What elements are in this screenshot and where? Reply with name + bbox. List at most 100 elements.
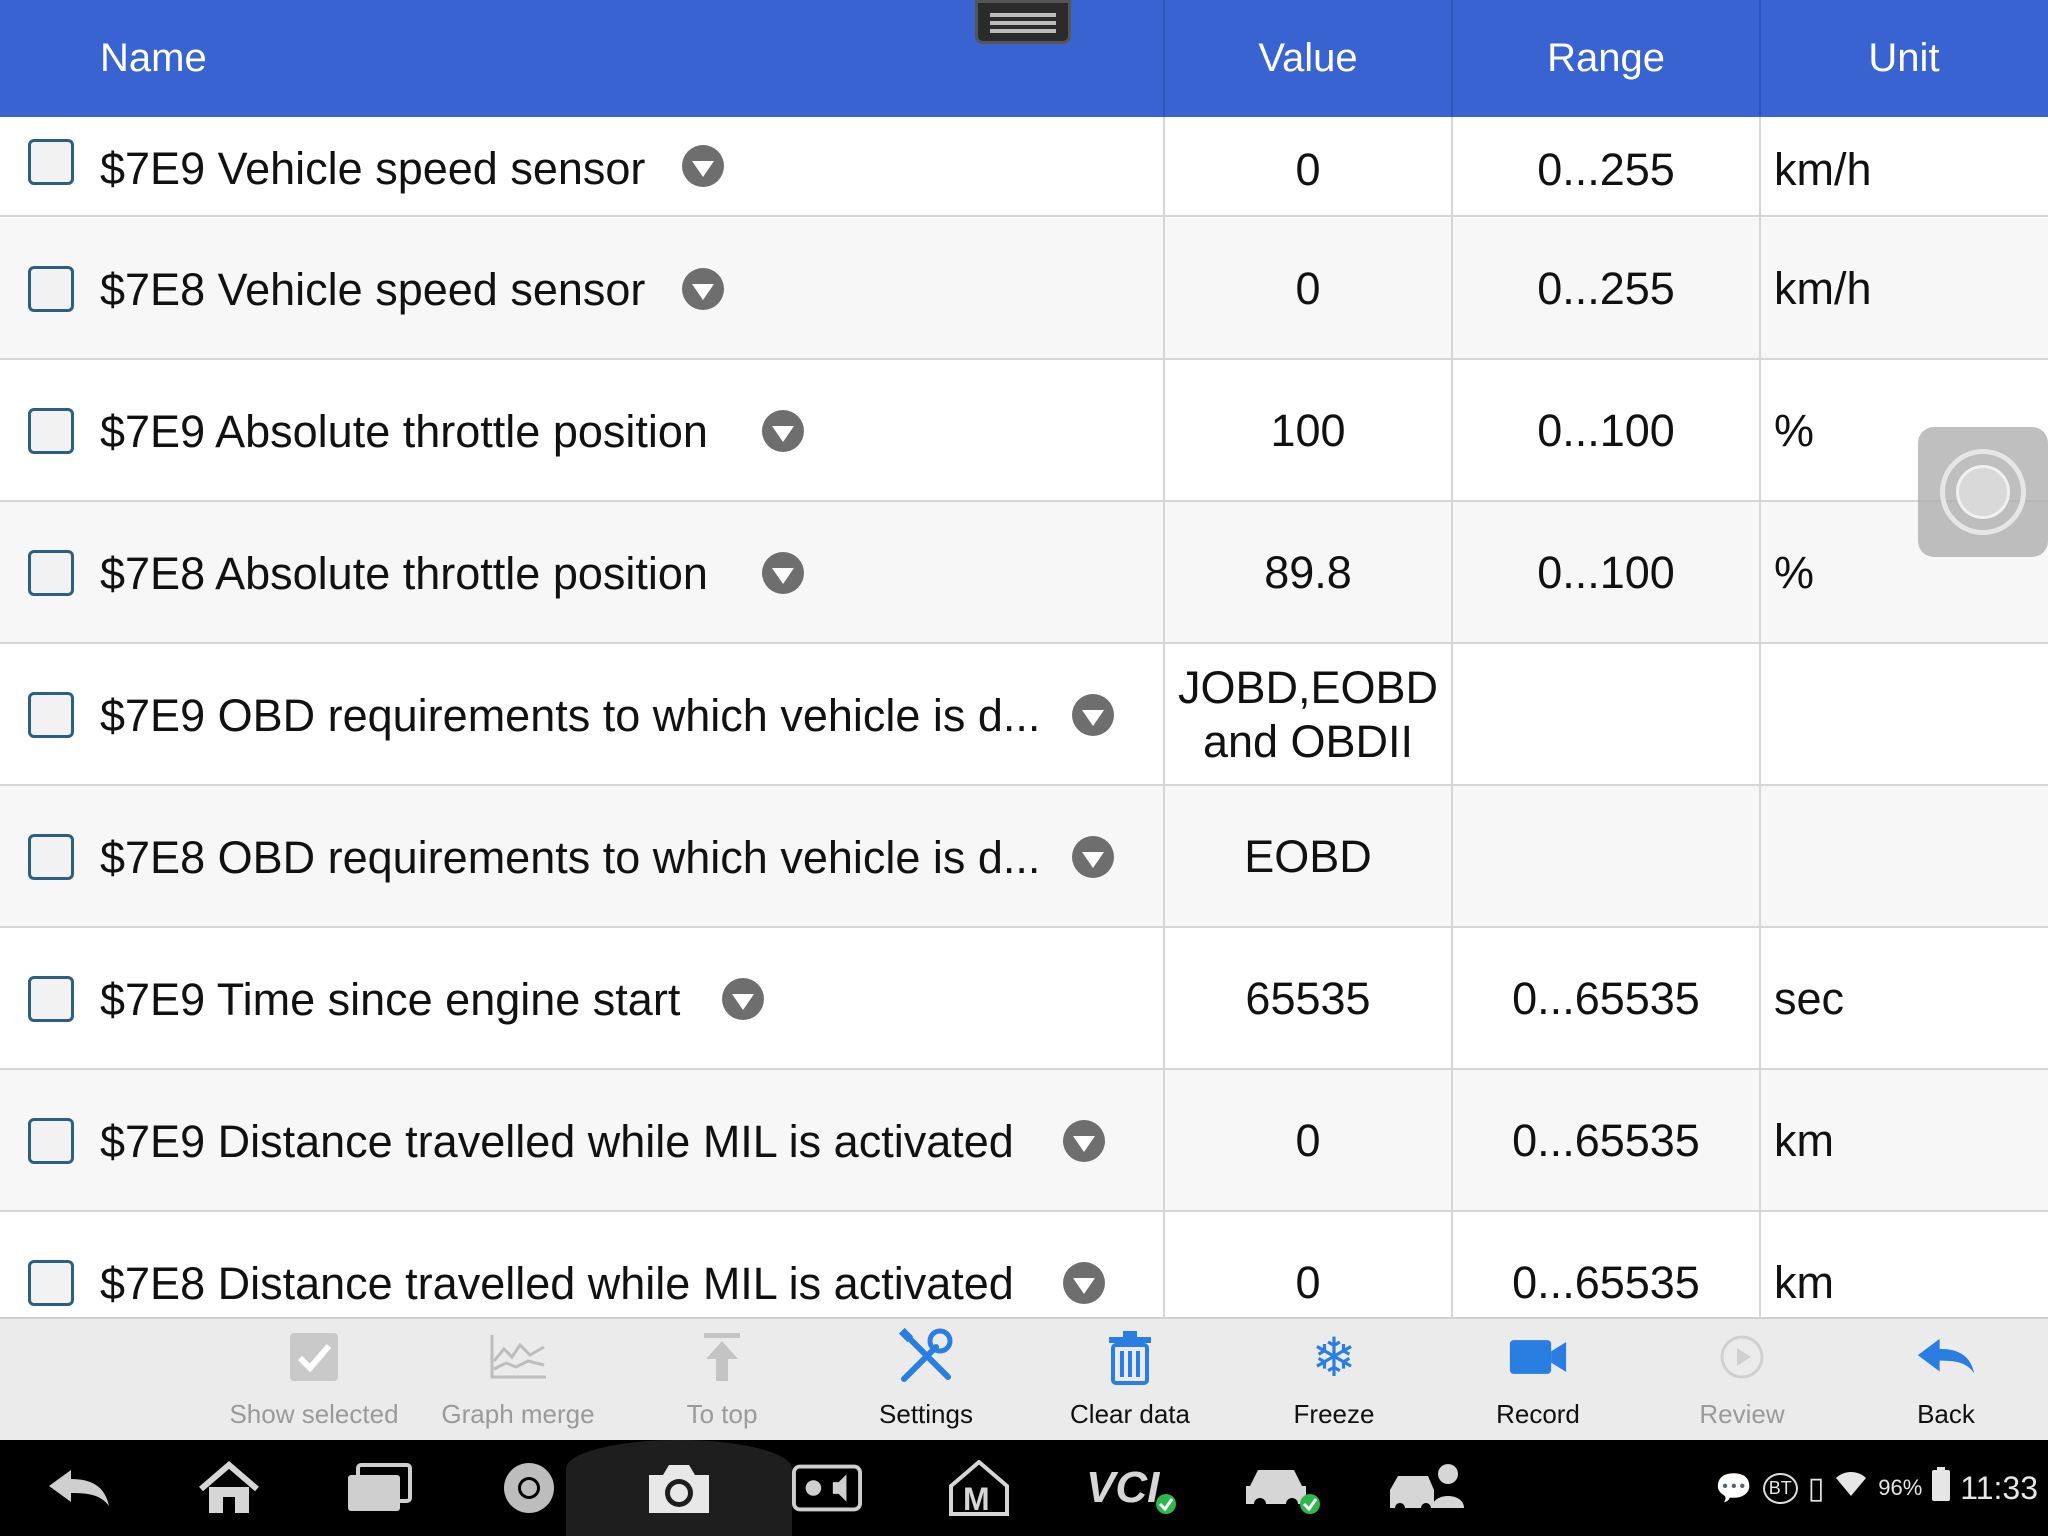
parameter-range: 0...255 <box>1537 144 1675 195</box>
record-button[interactable]: Record <box>1438 1319 1638 1442</box>
back-arrow-icon <box>1916 1327 1976 1387</box>
column-divider <box>1163 117 1165 1317</box>
parameter-range: 0...65535 <box>1512 1115 1700 1166</box>
tools-icon <box>896 1327 956 1387</box>
dropdown-icon[interactable] <box>762 552 804 594</box>
parameter-range <box>1452 786 1760 928</box>
parameter-name: $7E8 Distance travelled while MIL is act… <box>100 1258 1014 1309</box>
drag-handle[interactable] <box>975 0 1071 44</box>
row-checkbox[interactable] <box>28 1260 74 1306</box>
column-unit-header: Unit <box>1868 36 1940 80</box>
dropdown-icon[interactable] <box>682 268 724 310</box>
table-row[interactable]: $7E8 Distance travelled while MIL is act… <box>0 1212 2048 1317</box>
parameter-name: $7E8 Vehicle speed sensor <box>100 264 646 315</box>
parameter-value: EOBD <box>1244 831 1372 882</box>
row-checkbox[interactable] <box>28 1118 74 1164</box>
assistive-touch-button[interactable] <box>1918 427 2048 557</box>
settings-button[interactable]: Settings <box>826 1319 1026 1442</box>
parameter-range: 0...65535 <box>1512 973 1700 1024</box>
vehicle-connected-icon[interactable] <box>1244 1458 1324 1518</box>
parameter-unit: km/h <box>1774 144 1872 195</box>
snowflake-icon: ❄ <box>1311 1327 1357 1388</box>
table-row[interactable]: $7E9 Absolute throttle position 100 0...… <box>0 360 2048 502</box>
parameter-value: JOBD,EOBD and OBDII <box>1177 662 1439 767</box>
row-checkbox[interactable] <box>28 139 74 185</box>
remote-expert-icon[interactable] <box>1386 1458 1470 1518</box>
clear-data-label: Clear data <box>1070 1399 1190 1429</box>
parameter-value: 89.8 <box>1264 547 1352 598</box>
brightness-volume-icon[interactable] <box>792 1458 862 1518</box>
parameter-name: $7E9 Vehicle speed sensor <box>100 143 646 194</box>
dropdown-icon[interactable] <box>722 978 764 1020</box>
parameter-range: 0...65535 <box>1512 1257 1700 1308</box>
parameter-value: 0 <box>1295 1115 1321 1166</box>
row-checkbox[interactable] <box>28 834 74 880</box>
table-row[interactable]: $7E8 Absolute throttle position 89.8 0..… <box>0 502 2048 644</box>
parameter-unit <box>1760 786 2048 928</box>
row-checkbox[interactable] <box>28 266 74 312</box>
nav-back-icon[interactable] <box>44 1458 114 1518</box>
svg-text:VCI: VCI <box>1086 1463 1160 1512</box>
row-checkbox[interactable] <box>28 550 74 596</box>
data-stream-list[interactable]: $7E9 Vehicle speed sensor 0 0...255 km/h… <box>0 117 2048 1317</box>
column-range-header: Range <box>1547 36 1665 80</box>
parameter-name: $7E9 Time since engine start <box>100 974 681 1025</box>
graph-icon <box>488 1327 548 1387</box>
battery-icon <box>1932 1467 1951 1509</box>
dropdown-icon[interactable] <box>682 145 724 187</box>
parameter-range: 0...100 <box>1537 405 1675 456</box>
table-row[interactable]: $7E9 Vehicle speed sensor 0 0...255 km/h <box>0 117 2048 217</box>
parameter-value: 0 <box>1295 1257 1321 1308</box>
table-row[interactable]: $7E9 Distance travelled while MIL is act… <box>0 1070 2048 1212</box>
trash-icon <box>1100 1327 1160 1387</box>
parameter-range: 0...255 <box>1537 263 1675 314</box>
column-value-header: Value <box>1258 36 1358 80</box>
freeze-button[interactable]: ❄ Freeze <box>1234 1319 1434 1442</box>
record-label: Record <box>1496 1399 1580 1429</box>
show-selected-label: Show selected <box>229 1399 399 1429</box>
table-row[interactable]: $7E8 Vehicle speed sensor 0 0...255 km/h <box>0 218 2048 360</box>
video-camera-icon <box>1508 1327 1568 1387</box>
parameter-name: $7E9 Absolute throttle position <box>100 406 708 457</box>
table-row[interactable]: $7E9 Time since engine start 65535 0...6… <box>0 928 2048 1070</box>
screenshot-camera-icon[interactable] <box>566 1440 792 1536</box>
clear-data-button[interactable]: Clear data <box>1030 1319 1230 1442</box>
recent-apps-icon[interactable] <box>344 1458 414 1518</box>
vci-status-icon[interactable]: VCI <box>1084 1458 1184 1518</box>
row-checkbox[interactable] <box>28 976 74 1022</box>
show-selected-button[interactable]: Show selected <box>214 1319 414 1442</box>
back-button[interactable]: Back <box>1846 1319 2046 1442</box>
to-top-button[interactable]: To top <box>622 1319 822 1442</box>
dropdown-icon[interactable] <box>1063 1262 1105 1304</box>
dropdown-icon[interactable] <box>1072 694 1114 736</box>
row-checkbox[interactable] <box>28 408 74 454</box>
parameter-range: 0...100 <box>1537 547 1675 598</box>
dropdown-icon[interactable] <box>1063 1120 1105 1162</box>
row-checkbox[interactable] <box>28 692 74 738</box>
chrome-icon[interactable] <box>494 1458 564 1518</box>
settings-label: Settings <box>879 1399 973 1429</box>
table-row[interactable]: $7E9 OBD requirements to which vehicle i… <box>0 644 2048 786</box>
svg-text:M: M <box>963 1481 990 1516</box>
parameter-name: $7E9 OBD requirements to which vehicle i… <box>100 690 1041 741</box>
graph-merge-button[interactable]: Graph merge <box>418 1319 618 1442</box>
battery-percent: 96% <box>1878 1475 1923 1500</box>
status-bar: 💬 BT ▯ 96% 11:33 <box>1715 1440 2038 1536</box>
dropdown-icon[interactable] <box>762 410 804 452</box>
bluetooth-badge: BT <box>1762 1472 1798 1504</box>
parameter-value: 65535 <box>1245 973 1371 1024</box>
parameter-name: $7E8 Absolute throttle position <box>100 548 708 599</box>
parameter-value: 0 <box>1295 144 1321 195</box>
maxifix-m-icon[interactable]: M <box>944 1458 1014 1518</box>
review-button[interactable]: Review <box>1642 1319 1842 1442</box>
arrow-up-icon <box>692 1327 752 1387</box>
home-icon[interactable] <box>194 1458 264 1518</box>
no-sim-icon: ▯ <box>1807 1471 1825 1505</box>
parameter-value: 100 <box>1270 405 1346 456</box>
table-row[interactable]: $7E8 OBD requirements to which vehicle i… <box>0 786 2048 928</box>
clock: 11:33 <box>1960 1469 2038 1506</box>
review-label: Review <box>1699 1399 1785 1429</box>
column-divider <box>1759 117 1761 1317</box>
dropdown-icon[interactable] <box>1072 836 1114 878</box>
back-label: Back <box>1917 1399 1975 1429</box>
